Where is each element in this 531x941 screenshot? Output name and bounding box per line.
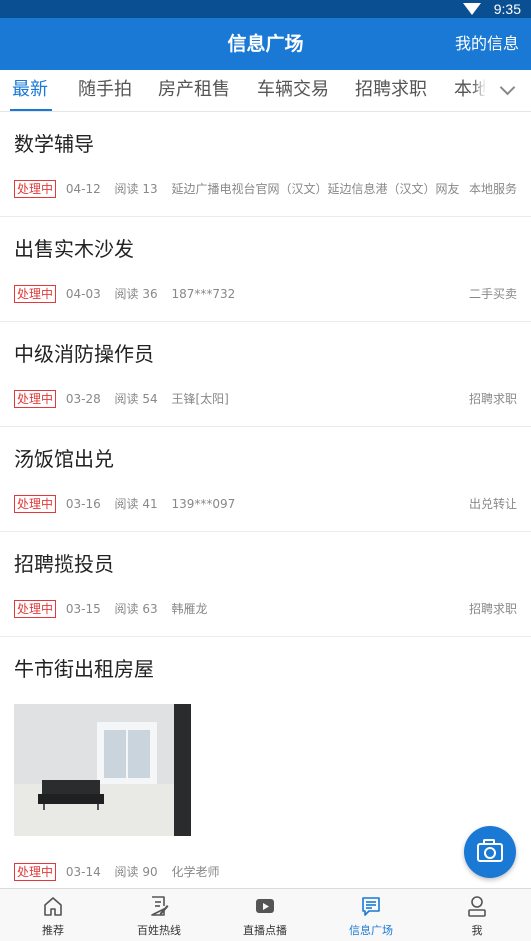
post-author: 化学老师 [171,865,220,879]
nav-live[interactable]: 直播点播 [212,889,318,941]
post-category: 本地服务 [464,180,517,198]
page-title: 信息广场 [227,33,304,55]
post-author: 延边广播电视台官网（汉文）延边信息港（汉文）网友 [171,182,460,196]
post-date: 04-12 [65,182,101,196]
post-author: 187***732 [171,287,236,301]
status-badge: 处理中 [14,600,57,618]
nav-label: 百姓热线 [137,924,181,937]
message-list-icon [362,897,380,916]
status-time: 9:35 [493,1,521,17]
room-photo-image [14,704,191,836]
post-title: 招聘揽投员 [14,552,114,576]
post-category: 招聘求职 [464,390,517,408]
post-category: 招聘求职 [464,600,517,618]
post-title: 出售实木沙发 [14,237,134,261]
post-date: 03-15 [65,602,101,616]
nav-label: 推荐 [42,924,64,937]
play-video-icon [256,899,274,913]
post-meta: 处理中 04-03 阅读 36 187***732 二手买卖 [14,285,517,303]
camera-post-button[interactable] [464,826,516,878]
nav-recommend[interactable]: 推荐 [0,889,106,941]
status-badge: 处理中 [14,285,57,303]
nav-label: 信息广场 [349,924,393,937]
wifi-icon [463,3,481,15]
tabs-expand-button[interactable] [485,70,531,111]
post-date: 03-28 [65,392,101,406]
post-category: 二手买卖 [464,285,517,303]
post-reads: 阅读 63 [114,602,158,616]
post-title: 中级消防操作员 [14,342,154,366]
post-date: 03-16 [65,497,101,511]
nav-me[interactable]: 我 [424,889,530,941]
home-icon [44,897,62,916]
post-photo[interactable] [14,704,191,836]
post-item[interactable]: 牛市街出租房屋 处理中 03-14 阅读 90 化学老师 [0,637,531,888]
tab-real-estate[interactable]: 房产租售 [158,70,230,111]
my-info-link[interactable]: 我的信息 [455,18,519,70]
post-author: 139***097 [171,497,236,511]
category-tabs: 最新 随手拍 房产租售 车辆交易 招聘求职 本地 [0,70,531,112]
post-title: 数学辅导 [14,132,94,156]
tab-latest[interactable]: 最新 [12,70,48,111]
active-tab-indicator [10,109,52,111]
nav-label: 直播点播 [243,924,287,937]
post-reads: 阅读 54 [114,392,158,406]
post-meta: 处理中 03-14 阅读 90 化学老师 [14,863,517,881]
status-badge: 处理中 [14,863,57,881]
post-reads: 阅读 41 [114,497,158,511]
tab-vehicles[interactable]: 车辆交易 [257,70,329,111]
post-author: 王锋[太阳] [171,392,229,406]
app-bar: 信息广场 我的信息 [0,18,531,70]
nav-label: 我 [471,924,483,937]
post-reads: 阅读 13 [114,182,158,196]
user-icon [468,896,486,917]
post-item[interactable]: 汤饭馆出兑 处理中 03-16 阅读 41 139***097 出兑转让 [0,427,531,532]
nav-info-square[interactable]: 信息广场 [318,889,424,941]
post-category: 出兑转让 [464,495,517,513]
nav-hotline[interactable]: 百姓热线 [106,889,212,941]
post-reads: 阅读 90 [114,865,158,879]
bottom-nav: 推荐 百姓热线 直播点播 信息广场 我 [0,888,531,941]
status-bar: 9:35 [0,0,531,18]
post-item[interactable]: 出售实木沙发 处理中 04-03 阅读 36 187***732 二手买卖 [0,217,531,322]
camera-icon-lens [484,847,496,859]
post-date: 04-03 [65,287,101,301]
post-meta: 处理中 03-16 阅读 41 139***097 出兑转让 [14,495,517,513]
post-title: 牛市街出租房屋 [14,657,154,681]
post-item[interactable]: 数学辅导 处理中 04-12 阅读 13 延边广播电视台官网（汉文）延边信息港（… [0,112,531,217]
post-reads: 阅读 36 [114,287,158,301]
status-badge: 处理中 [14,495,57,513]
status-badge: 处理中 [14,180,57,198]
status-badge: 处理中 [14,390,57,408]
chevron-down-icon [499,79,516,96]
document-edit-icon [151,896,169,916]
post-author: 韩雁龙 [171,602,208,616]
tab-jobs[interactable]: 招聘求职 [355,70,427,111]
post-meta: 处理中 03-15 阅读 63 韩雁龙 招聘求职 [14,600,517,618]
tab-snapshot[interactable]: 随手拍 [78,70,132,111]
post-title: 汤饭馆出兑 [14,447,114,471]
post-list: 数学辅导 处理中 04-12 阅读 13 延边广播电视台官网（汉文）延边信息港（… [0,112,531,888]
post-item[interactable]: 招聘揽投员 处理中 03-15 阅读 63 韩雁龙 招聘求职 [0,532,531,637]
post-date: 03-14 [65,865,101,879]
post-item[interactable]: 中级消防操作员 处理中 03-28 阅读 54 王锋[太阳] 招聘求职 [0,322,531,427]
post-meta: 处理中 04-12 阅读 13 延边广播电视台官网（汉文）延边信息港（汉文）网友… [14,180,517,198]
post-meta: 处理中 03-28 阅读 54 王锋[太阳] 招聘求职 [14,390,517,408]
